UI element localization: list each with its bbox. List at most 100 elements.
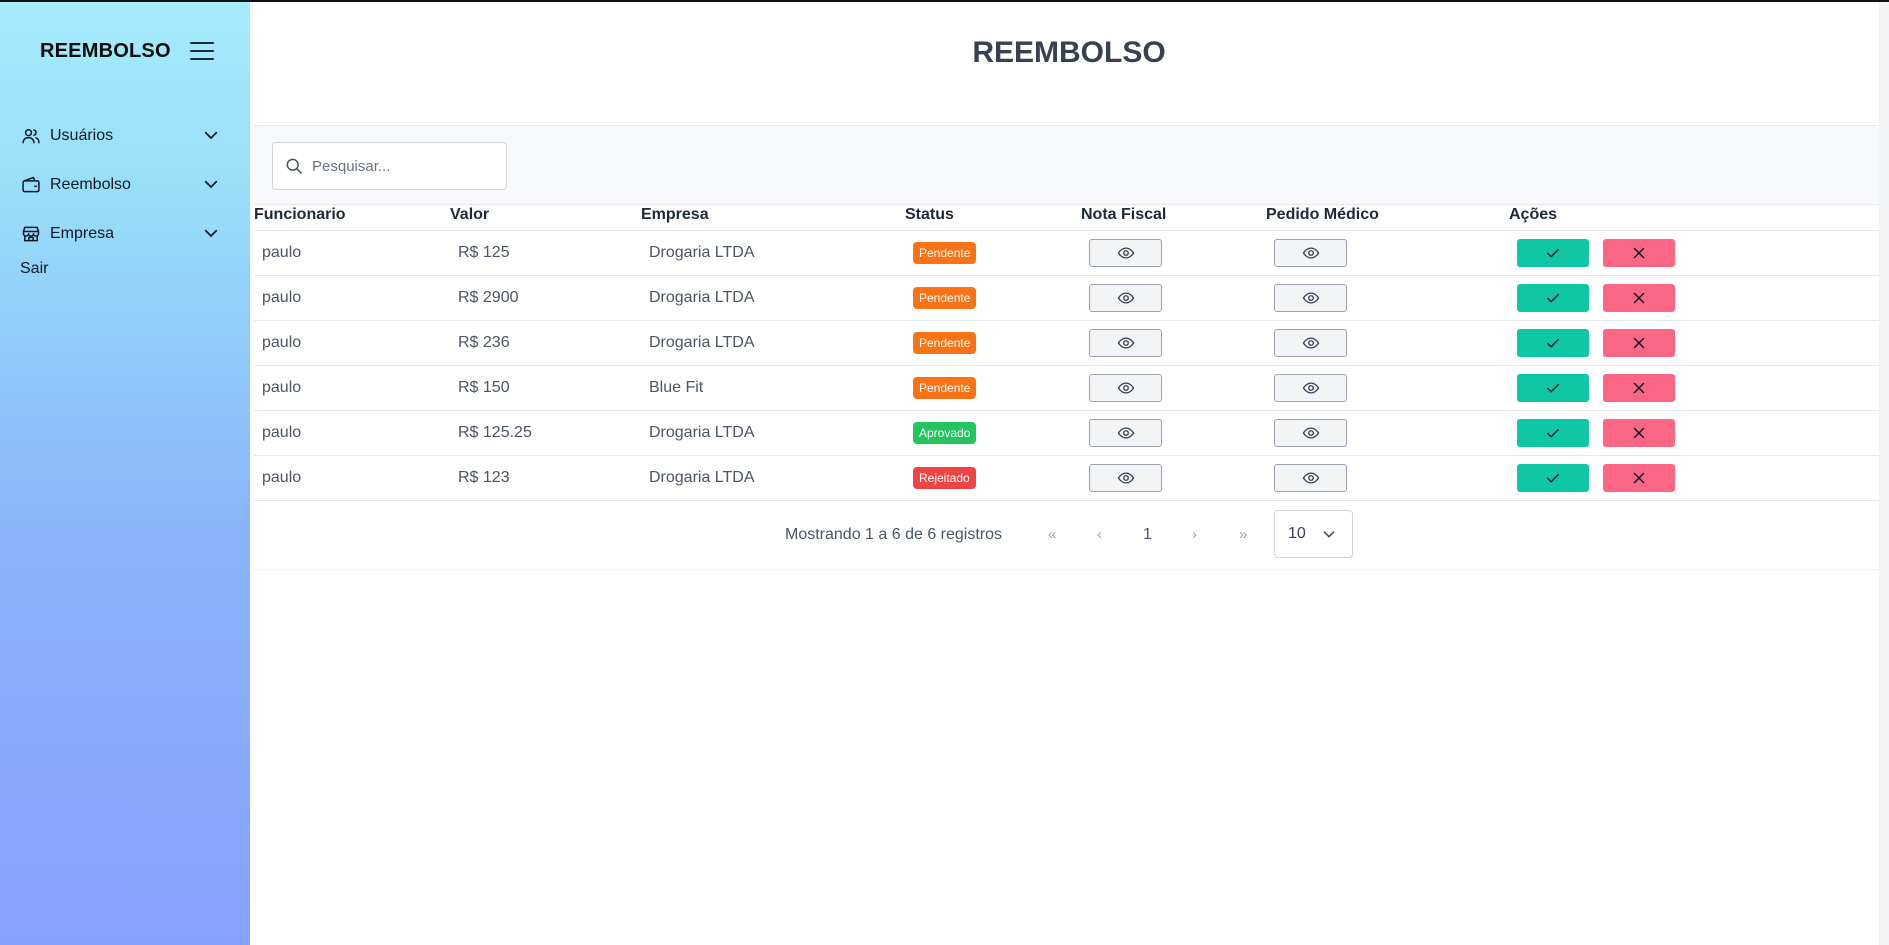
- cell-funcionario: paulo: [254, 230, 450, 276]
- eye-icon: [1117, 289, 1135, 307]
- cell-nota-fiscal: [1081, 455, 1266, 501]
- view-pedido-medico-button[interactable]: [1274, 238, 1347, 267]
- close-icon: [1630, 244, 1648, 262]
- page-number-button[interactable]: 1: [1143, 526, 1152, 544]
- scrollbar-track[interactable]: [1879, 0, 1889, 945]
- last-page-button[interactable]: »: [1239, 526, 1247, 543]
- reject-button[interactable]: [1603, 238, 1675, 267]
- eye-icon: [1302, 424, 1320, 442]
- view-nota-fiscal-button[interactable]: [1089, 328, 1162, 357]
- approve-button[interactable]: [1517, 463, 1589, 492]
- cell-nota-fiscal: [1081, 275, 1266, 321]
- view-pedido-medico-button[interactable]: [1274, 373, 1347, 402]
- cell-valor: R$ 2900: [450, 275, 641, 321]
- view-pedido-medico-button[interactable]: [1274, 463, 1347, 492]
- eye-icon: [1302, 334, 1320, 352]
- view-nota-fiscal-button[interactable]: [1089, 463, 1162, 492]
- cell-acoes: [1509, 275, 1879, 321]
- per-page-select[interactable]: 10: [1274, 510, 1353, 558]
- cell-nota-fiscal: [1081, 320, 1266, 366]
- chevron-down-icon[interactable]: [202, 126, 220, 144]
- chevron-down-icon[interactable]: [202, 175, 220, 193]
- cell-status: Pendente: [905, 230, 1081, 276]
- window-top-border: [0, 0, 1889, 2]
- cell-status: Pendente: [905, 320, 1081, 366]
- check-icon: [1544, 379, 1562, 397]
- view-nota-fiscal-button[interactable]: [1089, 373, 1162, 402]
- sidebar-item-label: Usuários: [50, 127, 114, 144]
- reject-button[interactable]: [1603, 463, 1675, 492]
- view-nota-fiscal-button[interactable]: [1089, 238, 1162, 267]
- eye-icon: [1117, 334, 1135, 352]
- approve-button[interactable]: [1517, 418, 1589, 447]
- view-pedido-medico-button[interactable]: [1274, 328, 1347, 357]
- eye-icon: [1302, 469, 1320, 487]
- chevron-down-icon[interactable]: [202, 224, 220, 242]
- cell-status: Rejeitado: [905, 455, 1081, 501]
- eye-icon: [1117, 424, 1135, 442]
- cell-acoes: [1509, 365, 1879, 411]
- search-icon: [286, 158, 302, 174]
- reimbursement-table: Funcionario Valor Empresa Status Nota Fi…: [254, 206, 1879, 501]
- logout-link[interactable]: Sair: [20, 260, 48, 278]
- view-nota-fiscal-button[interactable]: [1089, 418, 1162, 447]
- approve-button[interactable]: [1517, 283, 1589, 312]
- sidebar-item-reembolso[interactable]: Reembolso: [20, 170, 220, 200]
- cell-valor: R$ 125: [450, 230, 641, 276]
- view-nota-fiscal-button[interactable]: [1089, 283, 1162, 312]
- cell-funcionario: paulo: [254, 320, 450, 366]
- prev-page-button[interactable]: ‹: [1097, 526, 1102, 543]
- hamburger-menu-icon[interactable]: [190, 42, 214, 60]
- table-header-row: Funcionario Valor Empresa Status Nota Fi…: [254, 206, 1879, 231]
- sidebar-item-usuarios[interactable]: Usuários: [20, 121, 220, 151]
- table-row: paulo R$ 125.25 Drogaria LTDA Aprovado: [254, 410, 1879, 456]
- cell-status: Aprovado: [905, 410, 1081, 456]
- approve-button[interactable]: [1517, 373, 1589, 402]
- cell-valor: R$ 236: [450, 320, 641, 366]
- cell-empresa: Drogaria LTDA: [641, 455, 905, 501]
- table-row: paulo R$ 123 Drogaria LTDA Rejeitado: [254, 455, 1879, 501]
- cell-empresa: Blue Fit: [641, 365, 905, 411]
- table-row: paulo R$ 125 Drogaria LTDA Pendente: [254, 230, 1879, 276]
- wallet-icon: [20, 174, 42, 196]
- status-badge: Pendente: [913, 241, 977, 264]
- check-icon: [1544, 469, 1562, 487]
- page-title: REEMBOLSO: [972, 36, 1166, 69]
- first-page-button[interactable]: «: [1048, 526, 1056, 543]
- reject-button[interactable]: [1603, 283, 1675, 312]
- search-input[interactable]: [312, 157, 492, 175]
- cell-acoes: [1509, 320, 1879, 366]
- cell-acoes: [1509, 455, 1879, 501]
- view-pedido-medico-button[interactable]: [1274, 418, 1347, 447]
- sidebar-item-empresa[interactable]: Empresa: [20, 219, 220, 249]
- next-page-button[interactable]: ›: [1192, 526, 1197, 543]
- pagination-info: Mostrando 1 a 6 de 6 registros: [785, 526, 1003, 543]
- reject-button[interactable]: [1603, 418, 1675, 447]
- reject-button[interactable]: [1603, 373, 1675, 402]
- eye-icon: [1117, 469, 1135, 487]
- check-icon: [1544, 424, 1562, 442]
- status-badge: Pendente: [913, 331, 977, 354]
- cell-valor: R$ 125.25: [450, 410, 641, 456]
- cell-valor: R$ 123: [450, 455, 641, 501]
- column-header: Empresa: [641, 206, 905, 231]
- view-pedido-medico-button[interactable]: [1274, 283, 1347, 312]
- approve-button[interactable]: [1517, 328, 1589, 357]
- reject-button[interactable]: [1603, 328, 1675, 357]
- cell-acoes: [1509, 230, 1879, 276]
- status-badge: Aprovado: [913, 421, 977, 444]
- approve-button[interactable]: [1517, 238, 1589, 267]
- eye-icon: [1117, 379, 1135, 397]
- close-icon: [1630, 424, 1648, 442]
- cell-acoes: [1509, 410, 1879, 456]
- main-content: REEMBOLSO Funcionario Valor Empresa Stat…: [250, 0, 1889, 945]
- close-icon: [1630, 289, 1648, 307]
- cell-empresa: Drogaria LTDA: [641, 320, 905, 366]
- cell-funcionario: paulo: [254, 455, 450, 501]
- table-row: paulo R$ 150 Blue Fit Pendente: [254, 365, 1879, 411]
- table-row: paulo R$ 236 Drogaria LTDA Pendente: [254, 320, 1879, 366]
- sidebar-brand: REEMBOLSO: [40, 40, 171, 62]
- table-row: paulo R$ 2900 Drogaria LTDA Pendente: [254, 275, 1879, 321]
- cell-pedido-medico: [1266, 365, 1509, 411]
- check-icon: [1544, 334, 1562, 352]
